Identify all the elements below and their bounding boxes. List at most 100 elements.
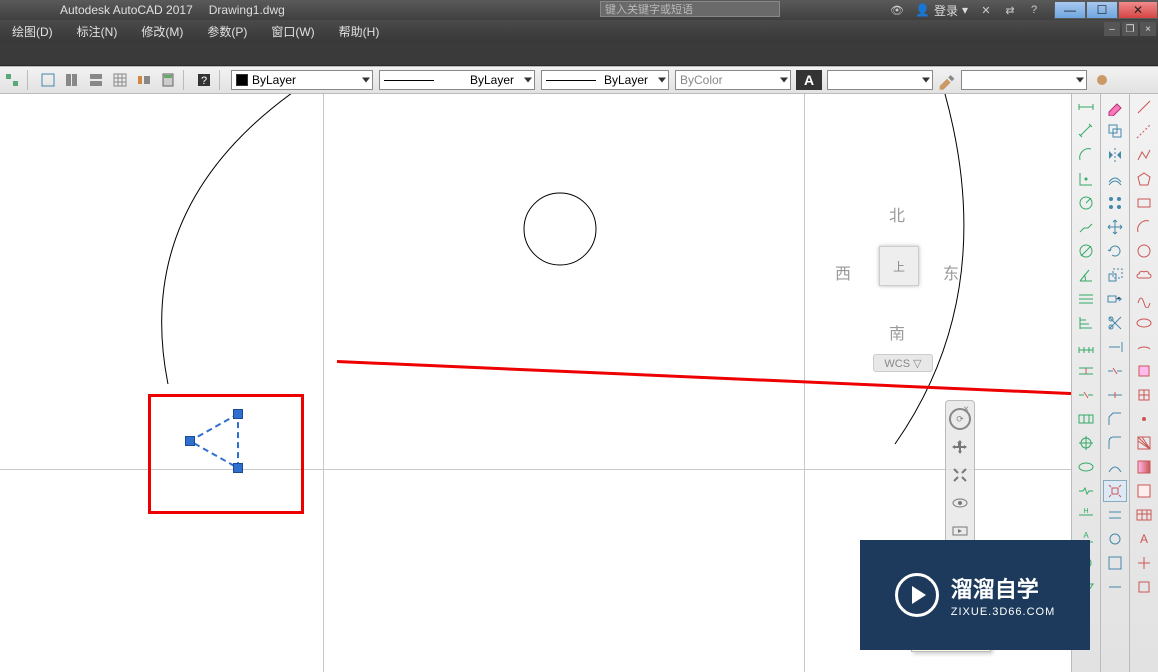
modify-extra1-icon[interactable] (1103, 504, 1127, 526)
inspect-icon[interactable] (1074, 456, 1098, 478)
jogged-dim-icon[interactable] (1074, 216, 1098, 238)
wcs-dropdown[interactable]: WCS ▽ (873, 354, 933, 372)
angular-dim-icon[interactable] (1074, 264, 1098, 286)
addselected-icon[interactable] (1132, 552, 1156, 574)
tool-layer3-icon[interactable] (85, 71, 107, 89)
zoom-extents-icon[interactable] (948, 463, 972, 487)
mdi-restore-button[interactable]: ❐ (1122, 22, 1138, 36)
grip-handle[interactable] (233, 463, 243, 473)
tolerance-icon[interactable] (1074, 408, 1098, 430)
continue-dim-icon[interactable] (1074, 336, 1098, 358)
orbit-icon[interactable] (948, 491, 972, 515)
scale-icon[interactable] (1103, 264, 1127, 286)
grip-handle[interactable] (185, 436, 195, 446)
mtext-icon[interactable]: A (1132, 528, 1156, 550)
arc-icon[interactable] (1132, 216, 1156, 238)
menu-draw[interactable]: 绘图(D) (0, 23, 65, 40)
viewcube-west[interactable]: 西 (835, 260, 851, 284)
dimspace-icon[interactable] (1074, 360, 1098, 382)
trim-icon[interactable] (1103, 312, 1127, 334)
menu-dimension[interactable]: 标注(N) (65, 23, 130, 40)
spline-icon[interactable] (1132, 288, 1156, 310)
table-icon[interactable] (1132, 504, 1156, 526)
pline-icon[interactable] (1132, 144, 1156, 166)
tool-grid-icon[interactable] (109, 71, 131, 89)
menu-parametric[interactable]: 参数(P) (195, 23, 259, 40)
stretch-icon[interactable] (1103, 288, 1127, 310)
break-icon[interactable] (1103, 360, 1127, 382)
viewcube-north[interactable]: 北 (889, 202, 905, 226)
array-icon[interactable] (1103, 192, 1127, 214)
block-create-icon[interactable] (1132, 384, 1156, 406)
point-icon[interactable] (1132, 408, 1156, 430)
copy-icon[interactable] (1103, 120, 1127, 142)
exchange-icon[interactable]: ⇄ (1000, 2, 1020, 18)
aligned-dim-icon[interactable] (1074, 120, 1098, 142)
matchprops-button[interactable] (936, 70, 958, 90)
circle-icon[interactable] (1132, 240, 1156, 262)
color-dropdown[interactable]: ByLayer (231, 70, 373, 90)
baseline-dim-icon[interactable] (1074, 312, 1098, 334)
rectangle-icon[interactable] (1132, 192, 1156, 214)
ordinate-dim-icon[interactable] (1074, 168, 1098, 190)
quick-dim-icon[interactable] (1074, 288, 1098, 310)
blend-icon[interactable] (1103, 456, 1127, 478)
mirror-icon[interactable] (1103, 144, 1127, 166)
block-insert-icon[interactable] (1132, 360, 1156, 382)
revcloud-icon[interactable] (1132, 264, 1156, 286)
explode-button[interactable] (1103, 480, 1127, 502)
region-icon[interactable] (1132, 480, 1156, 502)
extend-icon[interactable] (1103, 336, 1127, 358)
search-input[interactable]: 键入关键字或短语 (600, 1, 780, 17)
chamfer-icon[interactable] (1103, 408, 1127, 430)
viewcube-east[interactable]: 东 (943, 260, 959, 284)
draw-extra-icon[interactable] (1132, 576, 1156, 598)
dimbreak-icon[interactable] (1074, 384, 1098, 406)
tool-help2-icon[interactable]: ? (193, 71, 215, 89)
ellipsearc-icon[interactable] (1132, 336, 1156, 358)
x-icon[interactable]: ✕ (976, 2, 996, 18)
ellipse-icon[interactable] (1132, 312, 1156, 334)
linear-dim-icon[interactable] (1074, 96, 1098, 118)
polygon-icon[interactable] (1132, 168, 1156, 190)
viewcube[interactable]: 北 南 西 东 上 WCS ▽ (831, 194, 971, 354)
hatch-icon[interactable] (1132, 432, 1156, 454)
dimedit-icon[interactable]: H (1074, 504, 1098, 526)
move-icon[interactable] (1103, 216, 1127, 238)
gradient-icon[interactable] (1132, 456, 1156, 478)
textstyle-dropdown[interactable] (827, 70, 933, 90)
grip-handle[interactable] (233, 409, 243, 419)
menu-help[interactable]: 帮助(H) (327, 23, 392, 40)
window-maximize-button[interactable]: ☐ (1086, 1, 1118, 19)
tool-flyout-icon[interactable] (1, 71, 23, 89)
binocular-icon[interactable]: 👁 (887, 2, 907, 18)
xline-icon[interactable] (1132, 120, 1156, 142)
tool-calc-icon[interactable] (157, 71, 179, 89)
fillet-icon[interactable] (1103, 432, 1127, 454)
centermark-icon[interactable] (1074, 432, 1098, 454)
tool-props-icon[interactable] (133, 71, 155, 89)
modify-extra3-icon[interactable] (1103, 552, 1127, 574)
menu-modify[interactable]: 修改(M) (129, 23, 195, 40)
linetype-dropdown[interactable]: ByLayer (379, 70, 535, 90)
radius-dim-icon[interactable] (1074, 192, 1098, 214)
diameter-dim-icon[interactable] (1074, 240, 1098, 262)
tablestyle-dropdown[interactable] (961, 70, 1087, 90)
rotate-icon[interactable] (1103, 240, 1127, 262)
window-minimize-button[interactable]: — (1054, 1, 1086, 19)
pan-icon[interactable] (948, 435, 972, 459)
menu-window[interactable]: 窗口(W) (259, 23, 326, 40)
login-button[interactable]: 👤 登录 ▾ (915, 2, 968, 19)
window-close-button[interactable]: ✕ (1118, 1, 1158, 19)
modify-extra2-icon[interactable] (1103, 528, 1127, 550)
offset-icon[interactable] (1103, 168, 1127, 190)
plotstyle-dropdown[interactable]: ByColor (675, 70, 791, 90)
help-icon[interactable]: ? (1024, 2, 1044, 18)
textstyle-button[interactable]: A (796, 70, 822, 90)
navbar-close-icon[interactable]: × (960, 403, 972, 415)
line-icon[interactable] (1132, 96, 1156, 118)
joggedlinear-icon[interactable] (1074, 480, 1098, 502)
modify-extra4-icon[interactable] (1103, 576, 1127, 598)
tool-layer2-icon[interactable] (61, 71, 83, 89)
viewcube-south[interactable]: 南 (889, 320, 905, 344)
